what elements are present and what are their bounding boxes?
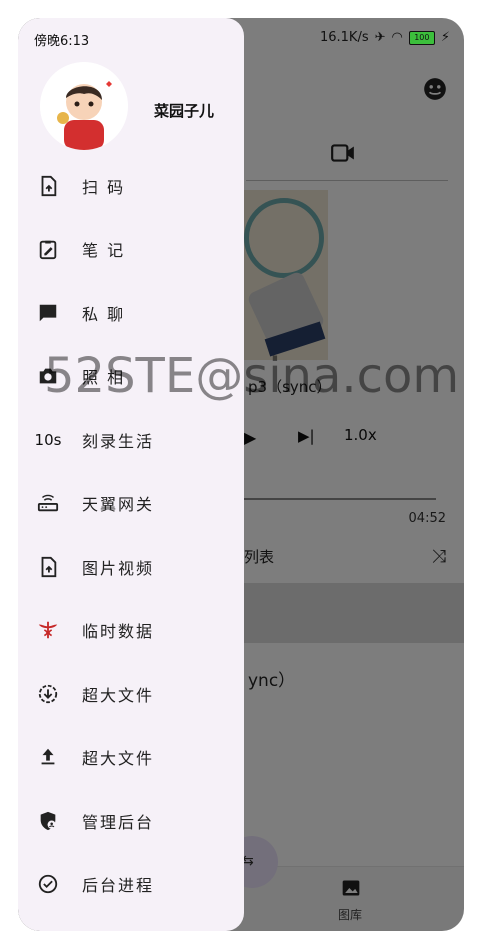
watermark: 52STE@sina.com: [44, 348, 460, 404]
menu-item-record-life[interactable]: 10s 刻录生活: [18, 408, 244, 472]
avatar[interactable]: [40, 62, 128, 150]
menu-item-label: 私 聊: [82, 304, 126, 324]
timer-10s-icon: 10s: [34, 430, 62, 449]
menu-item-label: 扫 码: [82, 177, 126, 197]
menu-item-label: 超大文件: [82, 685, 155, 705]
menu-item-label: 天翼网关: [82, 495, 155, 515]
menu-item-temp-data[interactable]: 临时数据: [18, 599, 244, 663]
battery-icon: 100: [408, 30, 435, 45]
chat-bubble-icon: [36, 301, 60, 325]
status-time: 傍晚6:13: [34, 34, 90, 49]
menu-item-label: 超大文件: [82, 749, 155, 769]
menu-item-label: 图片视频: [82, 558, 155, 578]
navigation-drawer: 傍晚6:13 菜园子儿 扫 码 笔 记 私 聊 照 相 10s 刻录生活 天翼网…: [18, 18, 244, 931]
menu-item-photos-videos[interactable]: 图片视频: [18, 535, 244, 599]
menu-item-admin[interactable]: 管理后台: [18, 789, 244, 853]
menu-item-scan[interactable]: 扫 码: [18, 154, 244, 218]
caduceus-icon: [36, 618, 60, 642]
download-circle-icon: [36, 682, 60, 706]
menu-item-large-file-upload[interactable]: 超大文件: [18, 726, 244, 790]
router-icon: [36, 491, 60, 515]
drawer-menu: 扫 码 笔 记 私 聊 照 相 10s 刻录生活 天翼网关 图片视频 临时数据 …: [18, 154, 244, 916]
menu-item-label: 管理后台: [82, 812, 155, 832]
upload-arrow-icon: [36, 745, 60, 769]
upload-file-icon: [36, 174, 60, 198]
edit-clipboard-icon: [36, 237, 60, 261]
network-speed: 16.1K/s: [319, 30, 369, 45]
admin-shield-icon: [36, 809, 60, 833]
menu-item-tianyi-gateway[interactable]: 天翼网关: [18, 472, 244, 536]
airplane-icon: ✈: [374, 30, 386, 45]
phone-screen: p3（sync） ▶ ▶| 1.0x 04:52 列表 ⤨ ync） ⇆ 图库 …: [18, 18, 464, 931]
menu-item-notes[interactable]: 笔 记: [18, 218, 244, 282]
username: 菜园子儿: [154, 102, 215, 120]
wifi-icon: ◠: [391, 30, 403, 45]
status-bar-right: 16.1K/s ✈ ◠ 100 ⚡: [320, 30, 450, 45]
check-circle-icon: [36, 872, 60, 896]
menu-item-label: 后台进程: [82, 876, 155, 896]
charging-icon: ⚡: [440, 30, 450, 45]
menu-item-large-file-download[interactable]: 超大文件: [18, 662, 244, 726]
menu-item-private-chat[interactable]: 私 聊: [18, 281, 244, 345]
menu-item-background-process[interactable]: 后台进程: [18, 853, 244, 917]
menu-item-label: 临时数据: [82, 622, 155, 642]
menu-item-label: 笔 记: [82, 241, 126, 261]
upload-file-icon: [36, 555, 60, 579]
menu-item-label: 刻录生活: [82, 431, 155, 451]
